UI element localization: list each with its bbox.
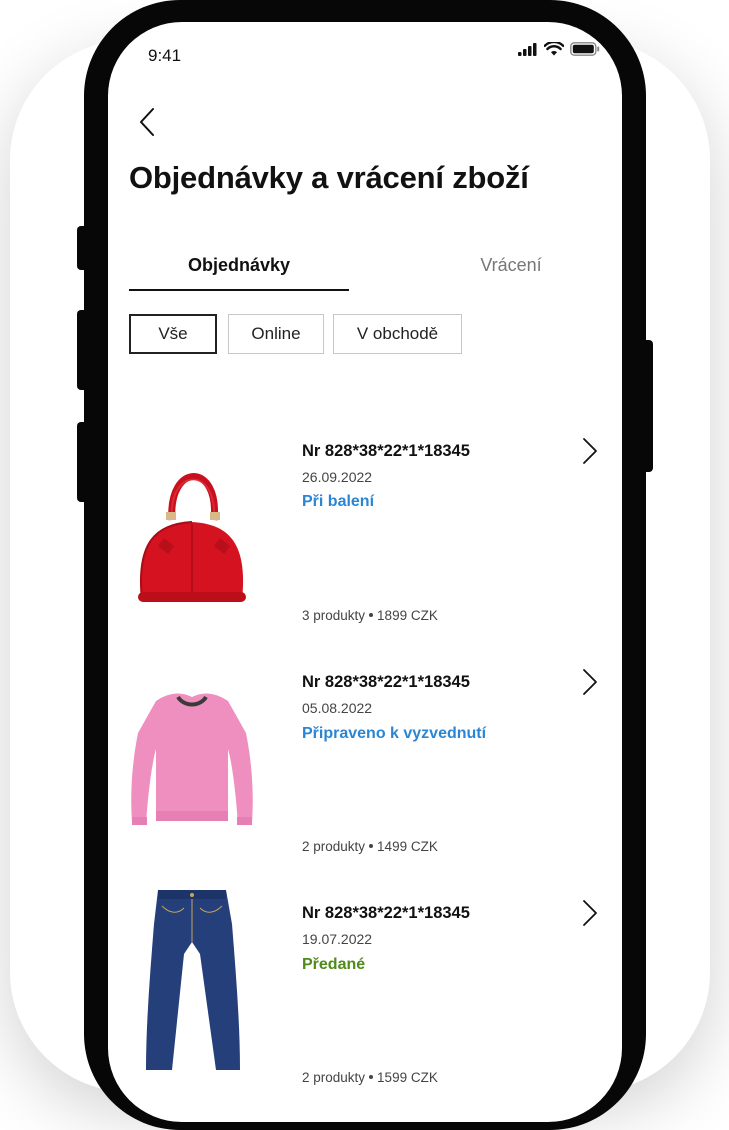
order-item[interactable]: Nr 828*38*22*1*18345 26.09.2022 Při bale… bbox=[108, 412, 622, 623]
wifi-icon bbox=[544, 42, 564, 56]
chevron-right-icon bbox=[583, 900, 597, 926]
signal-icon bbox=[518, 42, 537, 56]
order-price: 1899 CZK bbox=[377, 608, 438, 623]
order-number: Nr 828*38*22*1*18345 bbox=[302, 904, 470, 922]
status-time: 9:41 bbox=[148, 46, 182, 65]
chevron-left-icon bbox=[140, 108, 154, 136]
order-date: 05.08.2022 bbox=[302, 700, 373, 716]
separator-dot bbox=[369, 613, 374, 618]
order-status: Připraveno k vyzvednutí bbox=[302, 725, 487, 742]
filter-chip-all[interactable]: Vše bbox=[129, 314, 217, 354]
order-date: 19.07.2022 bbox=[302, 931, 373, 947]
order-date: 26.09.2022 bbox=[302, 469, 373, 485]
order-price: 1599 CZK bbox=[377, 1070, 438, 1085]
filter-chip-in-store[interactable]: V obchodě bbox=[333, 314, 462, 354]
tab-orders[interactable]: Objednávky bbox=[129, 242, 349, 288]
active-tab-indicator bbox=[129, 289, 349, 291]
filter-chip-online[interactable]: Online bbox=[228, 314, 324, 354]
order-status: Předané bbox=[302, 956, 366, 973]
separator-dot bbox=[369, 844, 374, 849]
order-summary: 3 produkty 1899 CZK bbox=[302, 608, 438, 623]
page-title: Objednávky a vrácení zboží bbox=[129, 160, 529, 195]
order-item[interactable]: Nr 828*38*22*1*18345 05.08.2022 Připrave… bbox=[108, 643, 622, 854]
order-product-count: 2 produkty bbox=[302, 1070, 366, 1085]
status-icons bbox=[518, 42, 600, 56]
chevron-right-icon bbox=[583, 438, 597, 464]
order-number: Nr 828*38*22*1*18345 bbox=[302, 673, 470, 691]
pink-sweater-image bbox=[131, 693, 253, 825]
order-price: 1499 CZK bbox=[377, 839, 438, 854]
chevron-right-icon bbox=[583, 669, 597, 695]
red-handbag-image bbox=[138, 473, 246, 602]
app-screen: 9:41 Objednávky a vrácení zboží Objednáv… bbox=[108, 22, 622, 1122]
separator-dot bbox=[369, 1075, 374, 1080]
tab-bar: Objednávky Vrácení bbox=[129, 242, 609, 292]
order-product-count: 2 produkty bbox=[302, 839, 366, 854]
order-status: Při balení bbox=[302, 493, 375, 510]
order-item[interactable]: Nr 828*38*22*1*18345 19.07.2022 Předané … bbox=[108, 874, 622, 1085]
order-summary: 2 produkty 1599 CZK bbox=[302, 1070, 438, 1085]
back-button[interactable] bbox=[134, 104, 164, 140]
order-summary: 2 produkty 1499 CZK bbox=[302, 839, 438, 854]
tab-returns[interactable]: Vrácení bbox=[391, 242, 622, 288]
order-number: Nr 828*38*22*1*18345 bbox=[302, 442, 470, 460]
order-product-count: 3 produkty bbox=[302, 608, 366, 623]
blue-jeans-image bbox=[146, 890, 240, 1070]
battery-icon bbox=[570, 42, 600, 56]
